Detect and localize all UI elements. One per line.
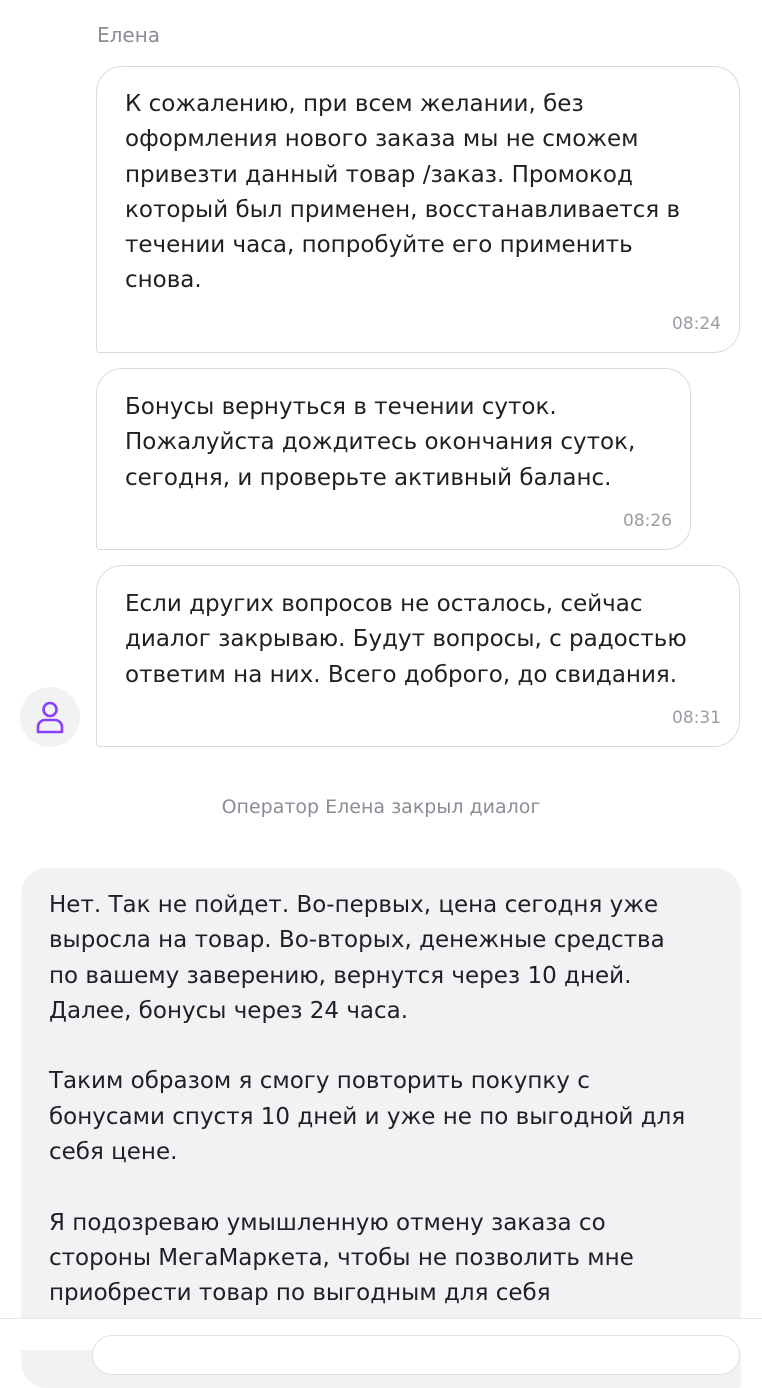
composer-bar [0,1319,762,1375]
operator-message: К сожалению, при всем желании, без оформ… [96,66,740,353]
message-text: Бонусы вернуться в течении суток. Пожалу… [125,394,636,491]
user-message: Нет. Так не пойдет. Во-первых, цена сего… [21,868,741,1388]
operator-message: Бонусы вернуться в течении суток. Пожалу… [96,368,691,550]
message-text: Если других вопросов не осталось, сейчас… [125,591,687,688]
operator-avatar[interactable] [20,687,80,747]
dialog-closed-notice: Оператор Елена закрыл диалог [221,796,541,818]
message-input[interactable] [92,1335,740,1375]
message-text: Нет. Так не пойдет. Во-первых, цена сего… [49,892,686,1307]
user-icon [36,701,64,734]
message-time: 08:31 [672,708,721,728]
message-time: 08:24 [672,314,721,334]
message-text: К сожалению, при всем желании, без оформ… [125,91,681,294]
message-time: 08:26 [623,511,672,531]
operator-message: Если других вопросов не осталось, сейчас… [96,565,740,747]
operator-name: Елена [97,23,161,47]
